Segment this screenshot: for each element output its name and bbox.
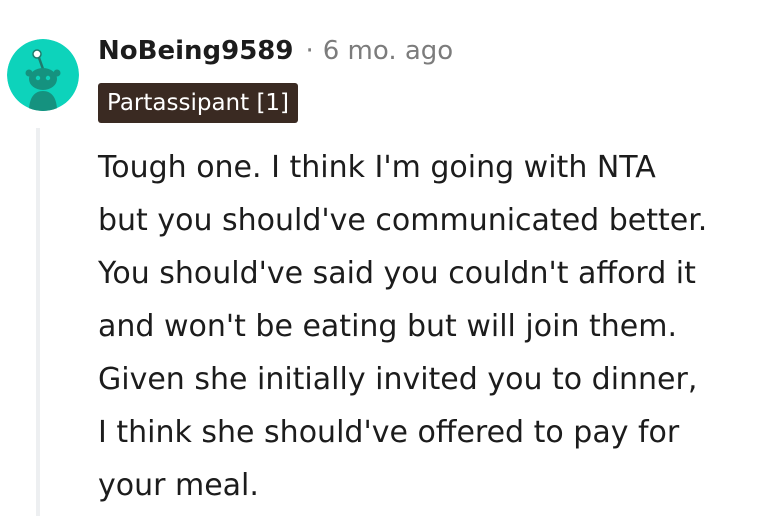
comment-text-line: I think she should've offered to pay for xyxy=(98,415,680,450)
comment-text-line: and won't be eating but will join them. xyxy=(98,309,677,344)
comment-text-line: but you should've communicated better. xyxy=(98,203,708,238)
comment-meta: NoBeing9589 · 6 mo. ago xyxy=(98,31,453,71)
meta-separator: · xyxy=(305,36,314,66)
timestamp-link[interactable]: 6 mo. ago xyxy=(323,36,453,66)
snoo-avatar-icon xyxy=(7,39,79,111)
user-flair-badge: Partassipant [1] xyxy=(98,83,299,123)
user-avatar[interactable] xyxy=(7,39,79,111)
comment-text-line: your meal. xyxy=(98,468,259,503)
username-link[interactable]: NoBeing9589 xyxy=(98,36,293,66)
comment-text-line: Given she initially invited you to dinne… xyxy=(98,362,698,397)
comment-body: Tough one. I think I'm going with NTA bu… xyxy=(98,141,773,512)
comment-text-line: You should've said you couldn't afford i… xyxy=(98,256,696,291)
comment-text-line: Tough one. I think I'm going with NTA xyxy=(98,150,656,185)
thread-collapse-line[interactable] xyxy=(36,128,40,516)
comment: NoBeing9589 · 6 mo. ago Partassipant [1]… xyxy=(0,0,781,516)
